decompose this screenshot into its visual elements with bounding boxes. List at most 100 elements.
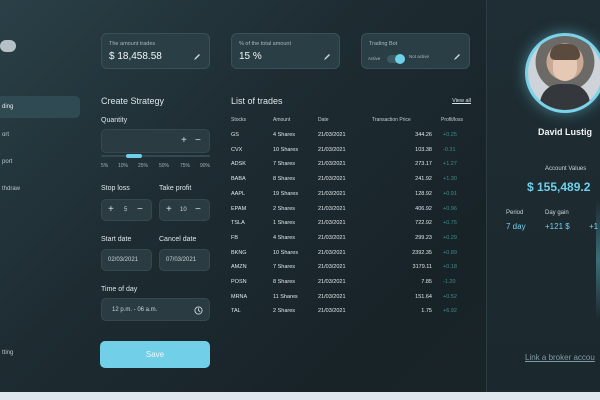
time-of-day-value: 12 p.m. - 06 a.m. [112,307,158,313]
cell-amount: 1 Shares [273,220,296,227]
start-date-value: 02/03/2021 [108,257,139,263]
cell-amount: 2 Shares [273,205,296,212]
quantity-stepper[interactable]: + − [101,129,210,153]
pencil-icon[interactable] [323,53,331,61]
trading-bot-toggle-row: Active Not active [368,54,458,66]
trades-panel: List of trades View all Stocks Amount Da… [231,96,471,392]
sidebar-item-label: ding [2,104,14,110]
stop-loss-stepper[interactable]: + 5 − [101,199,152,221]
take-profit-value: 10 [180,207,187,213]
view-all-link[interactable]: View all [452,98,471,104]
sidebar-item-report[interactable]: ort [0,124,80,146]
plus-button[interactable]: + [166,205,172,215]
cell-profit-loss: +0.75 [443,220,457,227]
table-row[interactable]: AMZN 7 Shares 21/03/2021 3179.11 +0.18 [231,264,471,276]
table-row[interactable]: TSLA 1 Shares 21/03/2021 722.92 +0.75 [231,220,471,232]
percent-option[interactable]: 5% [101,163,108,169]
sidebar: ding ort port thdraw tting [0,0,85,392]
column-header-amount: Amount [273,117,291,123]
start-date-label: Start date [101,236,132,243]
cell-profit-loss: +0.89 [443,249,457,256]
table-row[interactable]: CVX 10 Shares 21/03/2021 103.38 -0.31 [231,147,471,159]
take-profit-label: Take profit [159,185,192,192]
percent-option[interactable]: 75% [180,163,190,169]
sidebar-item-label: tting [2,350,14,356]
table-row[interactable]: EPAM 2 Shares 21/03/2021 406.92 +0.96 [231,206,471,218]
sidebar-item-label: ort [2,132,10,138]
cell-amount: 4 Shares [273,132,296,138]
link-broker-account[interactable]: Link a broker accou [525,353,595,362]
cell-stock: AMZN [231,264,247,271]
cell-price: 128.92 [415,190,432,197]
percent-option[interactable]: 25% [138,163,148,169]
quantity-slider[interactable] [101,154,210,158]
percent-option[interactable]: 10% [118,163,128,169]
cell-price: 1.75 [421,308,432,315]
day-gain-label: Day gain [545,210,569,216]
column-header-stocks: Stocks [231,117,247,123]
cell-date: 21/03/2021 [318,146,346,153]
minus-button[interactable]: − [137,205,143,215]
sidebar-item-label: port [2,159,13,165]
cell-date: 21/03/2021 [318,176,346,183]
time-of-day-input[interactable]: 12 p.m. - 06 a.m. [101,298,210,321]
cell-profit-loss: +0.18 [443,264,457,271]
period-value[interactable]: 7 day [506,222,526,231]
plus-button[interactable]: + [108,205,114,215]
cancel-date-value: 07/03/2021 [166,257,197,263]
minus-button[interactable]: − [195,136,201,146]
clock-icon[interactable] [194,306,203,315]
minus-button[interactable]: − [195,205,201,215]
sidebar-item-withdraw[interactable]: thdraw [0,178,80,200]
table-row[interactable]: BABA 8 Shares 21/03/2021 241.92 +1.30 [231,176,471,188]
slider-handle[interactable] [126,154,142,158]
table-row[interactable]: ADSK 7 Shares 21/03/2021 273.17 +1.27 [231,161,471,173]
avatar[interactable] [528,36,600,110]
pencil-icon[interactable] [453,53,461,61]
edge-glint [596,200,600,320]
table-row[interactable]: POSN 8 Shares 21/03/2021 7.85 -1.20 [231,279,471,291]
cell-price: 7.85 [421,279,432,285]
cell-amount: 7 Shares [273,264,296,271]
start-date-input[interactable]: 02/03/2021 [101,249,152,271]
cell-amount: 10 Shares [273,249,299,256]
stat-value: $ 18,458.58 [109,51,162,62]
sidebar-item-support[interactable]: port [0,151,80,173]
save-button[interactable]: Save [100,341,210,368]
table-row[interactable]: BKNG 10 Shares 21/03/2021 2392.35 +0.89 [231,250,471,262]
cell-date: 21/03/2021 [318,293,346,300]
cell-stock: TAL [231,308,241,315]
cell-stock: GS [231,132,239,138]
sidebar-item-setting[interactable]: tting [0,342,80,364]
cell-price: 151.64 [415,293,432,300]
stat-card-percent-total: % of the total amount 15 % [231,33,340,69]
percent-scale: 5% 10% 25% 50% 75% 90% [101,163,211,171]
percent-option[interactable]: 90% [200,163,210,169]
sidebar-item-trading[interactable]: ding [0,96,80,118]
cell-date: 21/03/2021 [318,279,346,285]
cell-amount: 10 Shares [273,146,299,153]
table-row[interactable]: MRNA 11 Shares 21/03/2021 151.64 +0.52 [231,294,471,306]
trading-bot-toggle[interactable] [387,54,405,64]
cancel-date-input[interactable]: 07/03/2021 [159,249,210,271]
account-values-label: Account Values [545,166,587,172]
plus-button[interactable]: + [181,136,187,146]
table-row[interactable]: GS 4 Shares 21/03/2021 344.26 +0.25 [231,132,471,144]
bottom-strip [0,392,600,400]
stat-card-amount-trades: The amount trades $ 18,458.58 [101,33,210,69]
cell-profit-loss: +0.96 [443,205,457,212]
table-row[interactable]: FB 4 Shares 21/03/2021 299.23 +0.29 [231,235,471,247]
cell-date: 21/03/2021 [318,308,346,315]
percent-option[interactable]: 50% [159,163,169,169]
pencil-icon[interactable] [193,53,201,61]
avatar-body [540,84,590,110]
table-row[interactable]: TAL 2 Shares 21/03/2021 1.75 +6.92 [231,308,471,320]
cell-date: 21/03/2021 [318,220,346,227]
table-row[interactable]: AAPL 19 Shares 21/03/2021 128.92 +0.91 [231,191,471,203]
take-profit-stepper[interactable]: + 10 − [159,199,210,221]
cell-amount: 19 Shares [273,190,299,197]
cell-date: 21/03/2021 [318,205,346,212]
cell-date: 21/03/2021 [318,264,346,271]
toggle-knob [395,54,405,64]
cell-stock: TSLA [231,220,245,227]
